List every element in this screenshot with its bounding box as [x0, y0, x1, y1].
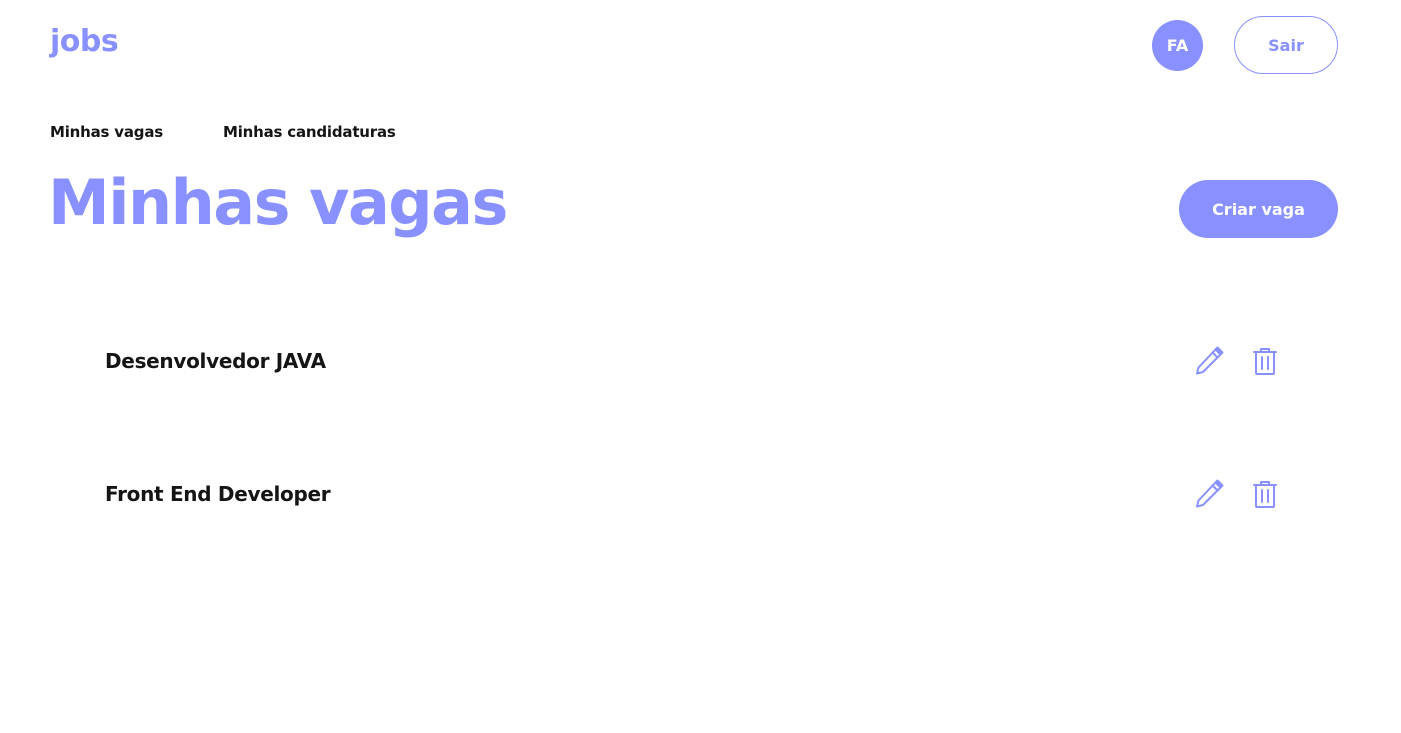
job-actions: [1193, 345, 1281, 377]
main-nav: Minhas vagas Minhas candidaturas: [50, 123, 396, 141]
page-title: Minhas vagas: [48, 166, 508, 239]
nav-my-jobs[interactable]: Minhas vagas: [50, 123, 163, 141]
logo[interactable]: jobs: [50, 24, 119, 59]
job-title[interactable]: Front End Developer: [105, 482, 331, 506]
pencil-icon[interactable]: [1193, 345, 1225, 377]
user-avatar[interactable]: FA: [1152, 20, 1203, 71]
logout-button[interactable]: Sair: [1234, 16, 1338, 74]
trash-icon[interactable]: [1249, 345, 1281, 377]
job-actions: [1193, 478, 1281, 510]
page: jobs FA Sair Minhas vagas Minhas candida…: [0, 0, 1401, 733]
job-title[interactable]: Desenvolvedor JAVA: [105, 349, 326, 373]
job-list-item: Desenvolvedor JAVA: [105, 341, 1285, 381]
pencil-icon[interactable]: [1193, 478, 1225, 510]
create-job-button[interactable]: Criar vaga: [1179, 180, 1338, 238]
nav-my-applications[interactable]: Minhas candidaturas: [223, 123, 396, 141]
job-list-item: Front End Developer: [105, 474, 1285, 514]
trash-icon[interactable]: [1249, 478, 1281, 510]
